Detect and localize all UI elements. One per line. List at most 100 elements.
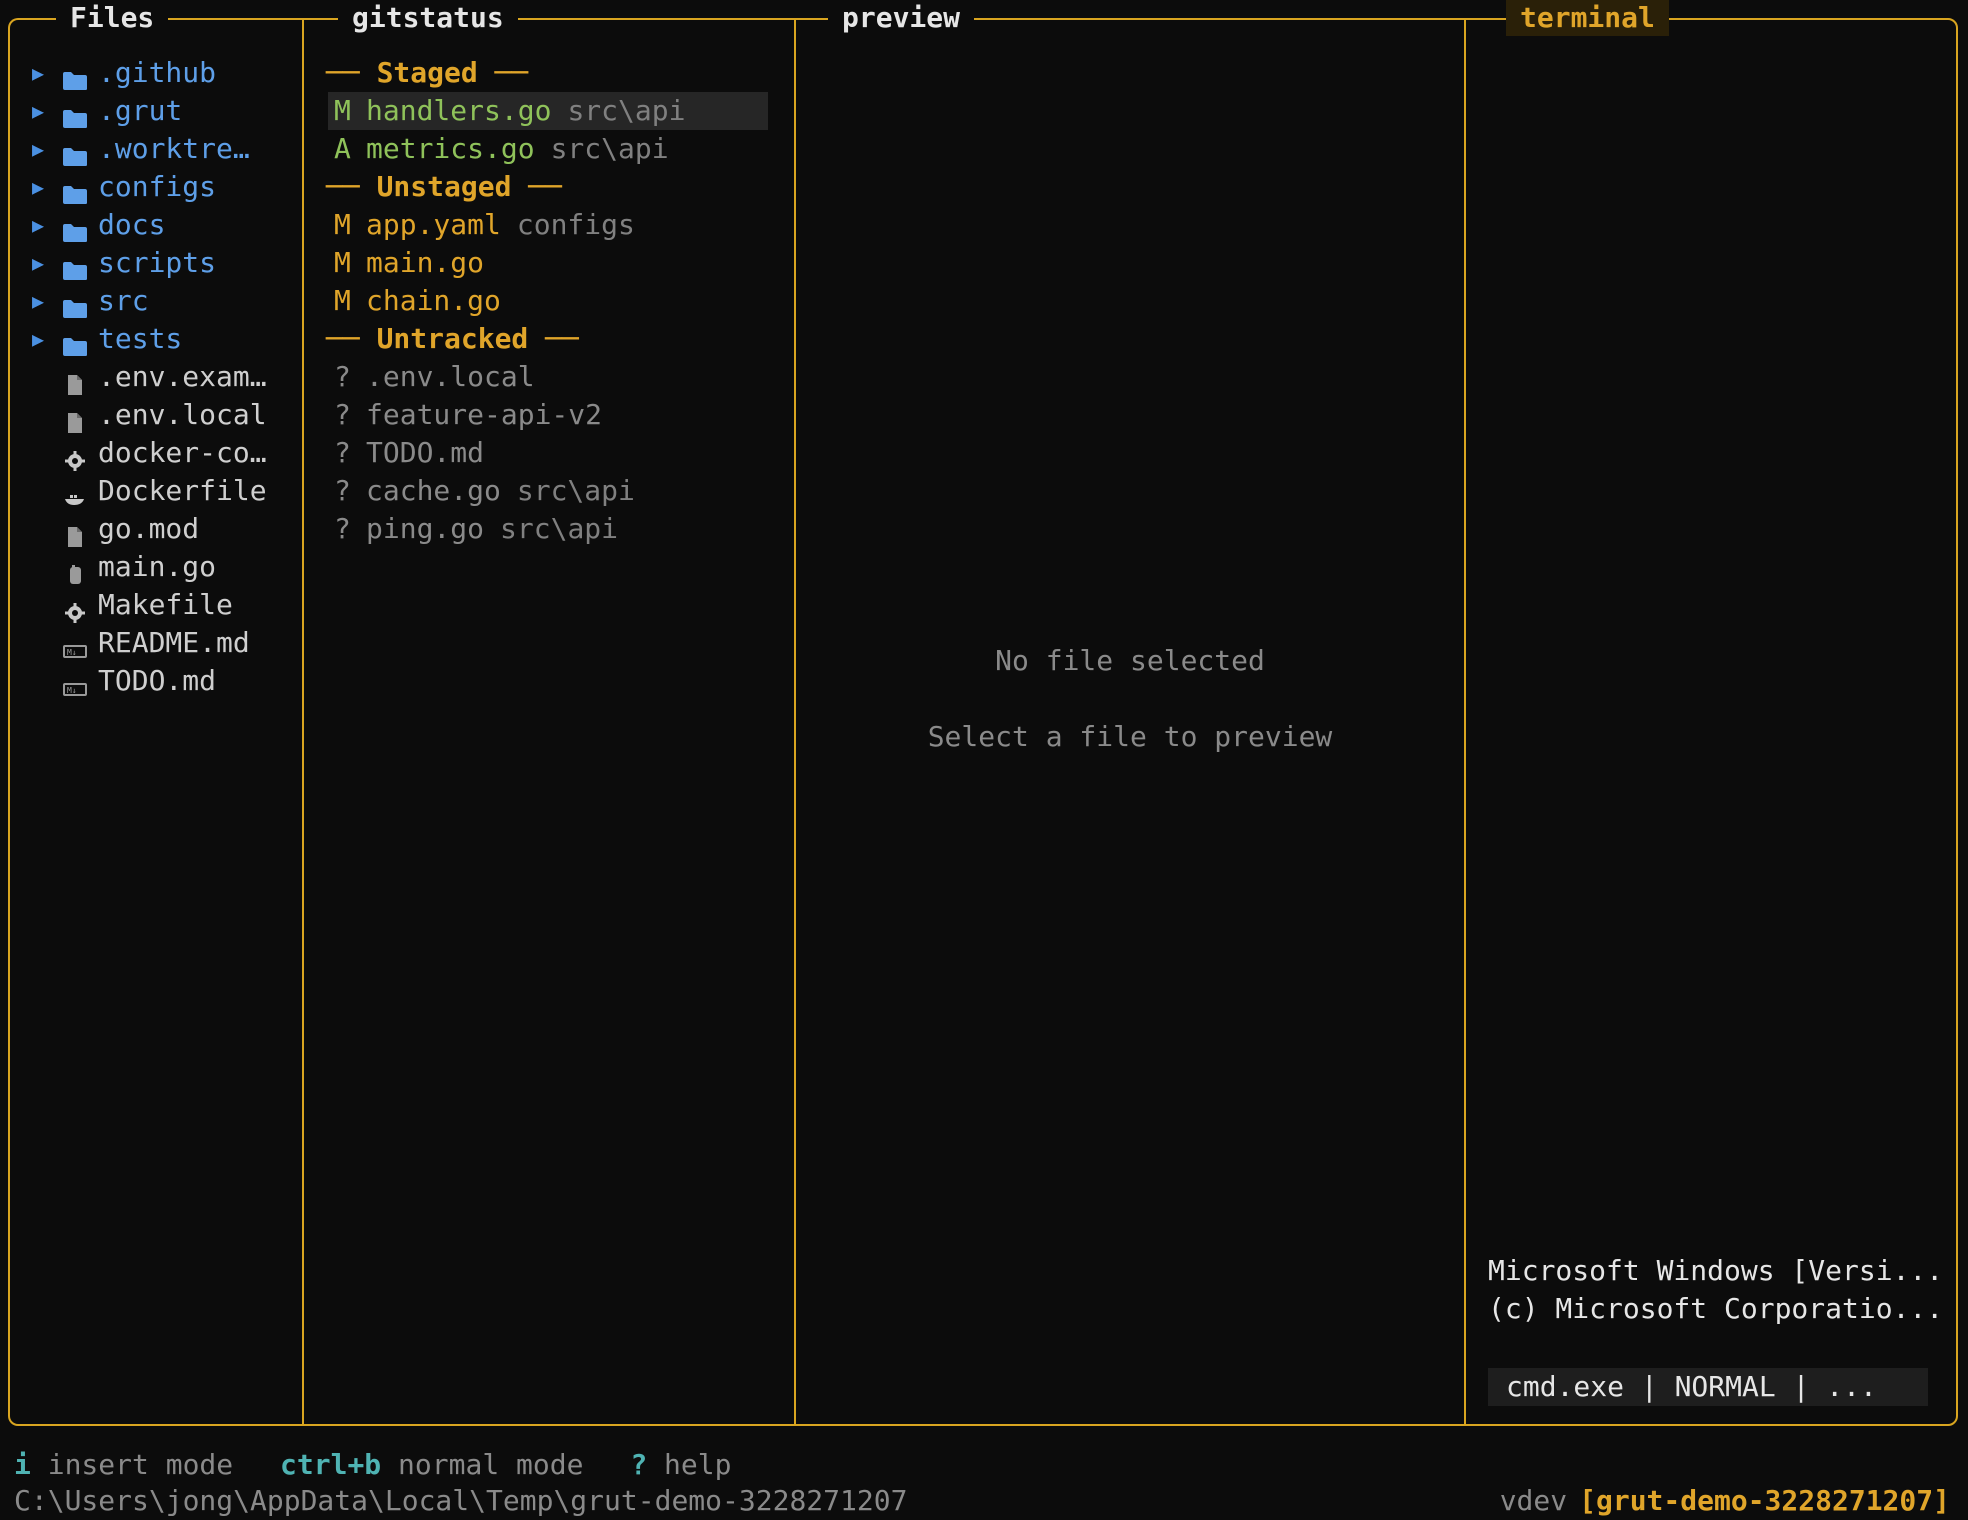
git-file-name: cache.go — [366, 474, 501, 507]
markdown-icon: M↓ — [62, 633, 88, 658]
unstaged-section-header: ── Unstaged ── — [326, 170, 563, 203]
folder-item[interactable]: ▶ tests — [8, 320, 304, 358]
file-icon — [62, 405, 88, 433]
terminal-pane-border — [1464, 18, 1958, 1426]
folder-item[interactable]: ▶ scripts — [8, 244, 304, 282]
git-status-code: ? — [334, 398, 351, 431]
git-status-code: ? — [334, 512, 351, 545]
preview-pane-title[interactable]: preview — [828, 0, 975, 36]
preview-empty-hint: Select a file to preview — [927, 720, 1333, 753]
file-item[interactable]: M↓ README.md — [8, 624, 304, 662]
file-name: configs — [98, 170, 217, 203]
git-status-code: ? — [334, 474, 351, 507]
git-file-name: main.go — [366, 246, 485, 279]
untracked-section-header: ── Untracked ── — [326, 322, 579, 355]
folder-item[interactable]: ▶ .grut — [8, 92, 304, 130]
markdown-icon: M↓ — [62, 671, 88, 696]
folder-icon — [62, 63, 88, 90]
go-file-icon — [62, 557, 88, 584]
git-status-code: ? — [334, 436, 351, 469]
git-status-item[interactable]: ? feature-api-v2 — [302, 396, 796, 434]
file-name: Dockerfile — [98, 474, 267, 507]
file-item[interactable]: main.go — [8, 548, 304, 586]
folder-item[interactable]: ▶ src — [8, 282, 304, 320]
git-file-name: chain.go — [366, 284, 501, 317]
staged-section-header: ── Staged ── — [326, 56, 529, 89]
folder-item[interactable]: ▶ configs — [8, 168, 304, 206]
expand-arrow-icon[interactable]: ▶ — [32, 320, 44, 358]
file-item[interactable]: .env.exam… — [8, 358, 304, 396]
git-file-name: app.yaml — [366, 208, 501, 241]
file-name: .worktre… — [98, 132, 250, 165]
folder-icon — [62, 101, 88, 128]
git-file-path: src\api — [500, 512, 619, 545]
git-status-item[interactable]: Mapp.yaml configs — [302, 206, 796, 244]
file-icon — [62, 367, 88, 395]
git-file-name: metrics.go — [366, 132, 535, 165]
git-status-item[interactable]: Ametrics.go src\api — [302, 130, 796, 168]
git-status-code: ? — [334, 360, 351, 393]
file-name: TODO.md — [98, 664, 217, 697]
git-status-item[interactable]: ? ping.go src\api — [302, 510, 796, 548]
git-file-path: src\api — [550, 132, 669, 165]
hint-desc: insert mode — [47, 1448, 234, 1481]
folder-icon — [62, 329, 88, 356]
file-item[interactable]: docker-co… — [8, 434, 304, 472]
gitstatus-pane-title[interactable]: gitstatus — [338, 0, 518, 36]
git-status-item[interactable]: ? TODO.md — [302, 434, 796, 472]
git-status-item[interactable]: ? cache.go src\api — [302, 472, 796, 510]
file-item[interactable]: M↓ TODO.md — [8, 662, 304, 700]
file-item[interactable]: Dockerfile — [8, 472, 304, 510]
git-status-code: M — [334, 94, 351, 127]
gitstatus-pane: gitstatus ── Staged ── Mhandlers.go src\ap… — [302, 0, 796, 1426]
expand-arrow-icon[interactable]: ▶ — [32, 168, 44, 206]
git-status-code: A — [334, 132, 351, 165]
file-name: .github — [98, 56, 217, 89]
git-file-name: ping.go — [366, 512, 485, 545]
keybinding-hints: i insert mode ctrl+b normal mode ? help — [14, 1446, 761, 1484]
files-pane: Files ▶ .github ▶ .grut ▶ .worktre… ▶ configs ▶ d… — [8, 0, 304, 1426]
file-name: scripts — [98, 246, 217, 279]
git-status-code: M — [334, 208, 351, 241]
git-status-item[interactable]: Mmain.go — [302, 244, 796, 282]
git-file-path: src\api — [516, 474, 635, 507]
folder-item[interactable]: ▶ .worktre… — [8, 130, 304, 168]
git-status-item[interactable]: Mhandlers.go src\api — [328, 92, 768, 130]
version-label: vdev — [1499, 1484, 1568, 1517]
terminal-pane-title[interactable]: terminal — [1506, 0, 1669, 36]
expand-arrow-icon[interactable]: ▶ — [32, 92, 44, 130]
expand-arrow-icon[interactable]: ▶ — [32, 244, 44, 282]
files-pane-title[interactable]: Files — [56, 0, 169, 36]
file-item[interactable]: .env.local — [8, 396, 304, 434]
folder-icon — [62, 177, 88, 204]
hint-desc: normal mode — [398, 1448, 584, 1481]
expand-arrow-icon[interactable]: ▶ — [32, 130, 44, 168]
svg-text:M↓: M↓ — [67, 648, 77, 657]
terminal-output-line: Microsoft Windows [Versi... — [1488, 1254, 1944, 1287]
git-status-item[interactable]: ? .env.local — [302, 358, 796, 396]
terminal-pane[interactable]: terminal Microsoft Windows [Versi... (c)… — [1464, 0, 1958, 1426]
expand-arrow-icon[interactable]: ▶ — [32, 54, 44, 92]
branch-label: [grut-demo-3228271207] — [1579, 1484, 1950, 1517]
hint-desc: help — [664, 1448, 732, 1481]
folder-item[interactable]: ▶ docs — [8, 206, 304, 244]
folder-item[interactable]: ▶ .github — [8, 54, 304, 92]
version-branch: vdev [grut-demo-3228271207] — [1500, 1482, 1950, 1520]
git-status-item[interactable]: Mchain.go — [302, 282, 796, 320]
expand-arrow-icon[interactable]: ▶ — [32, 282, 44, 320]
git-status-code: M — [334, 246, 351, 279]
git-file-name: handlers.go — [366, 94, 552, 127]
folder-icon — [62, 215, 88, 242]
expand-arrow-icon[interactable]: ▶ — [32, 206, 44, 244]
file-name: .env.local — [98, 398, 267, 431]
file-name: docs — [98, 208, 166, 241]
git-file-name: .env.local — [366, 360, 535, 393]
docker-icon — [62, 481, 88, 505]
file-name: .grut — [98, 94, 183, 127]
file-item[interactable]: Makefile — [8, 586, 304, 624]
folder-icon — [62, 291, 88, 318]
file-item[interactable]: go.mod — [8, 510, 304, 548]
git-file-name: feature-api-v2 — [366, 398, 603, 431]
file-name: go.mod — [98, 512, 200, 545]
file-name: src — [98, 284, 149, 317]
